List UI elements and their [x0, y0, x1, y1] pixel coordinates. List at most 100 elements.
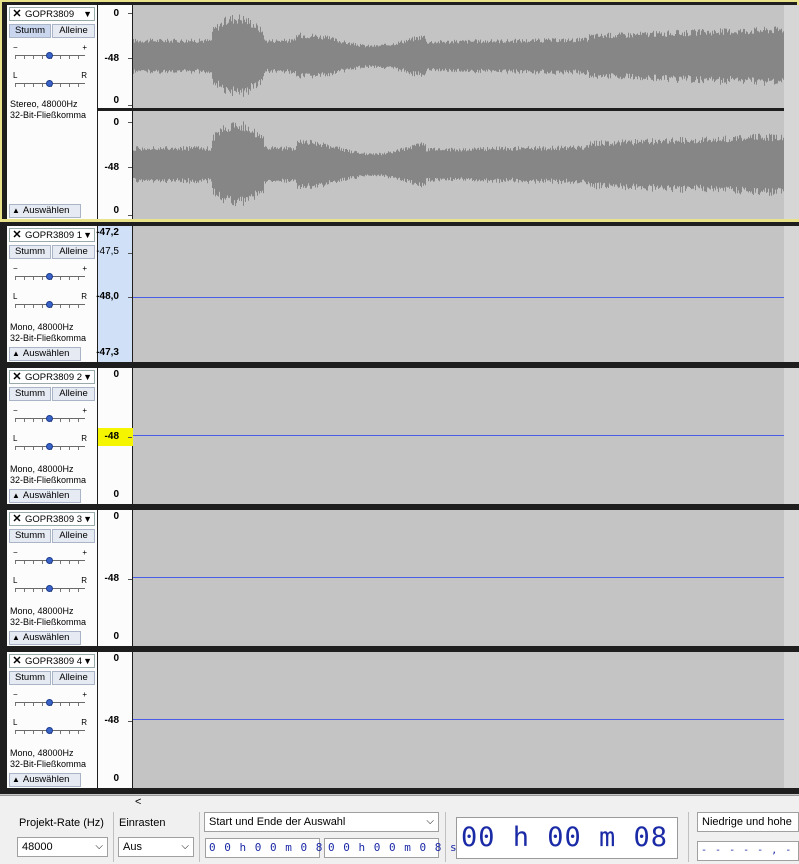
collapse-triangle-icon[interactable]: ▲	[12, 205, 20, 217]
waveform[interactable]	[133, 368, 784, 504]
pan-knob[interactable]	[46, 585, 53, 592]
snap-label: Einrasten	[119, 817, 166, 829]
select-button[interactable]: ▲ Auswählen	[9, 489, 81, 503]
dropdown-arrow-icon[interactable]: ▼	[83, 514, 92, 524]
spectral-selection-mode[interactable]: Niedrige und hohe	[697, 812, 799, 832]
solo-button[interactable]: Alleine	[52, 387, 95, 401]
vertical-ruler[interactable]: 0 -48 0	[98, 368, 142, 504]
pan-knob[interactable]	[46, 443, 53, 450]
vertical-ruler[interactable]: 0 -48 0	[98, 5, 132, 108]
project-rate-value: 48000	[22, 841, 53, 853]
solo-button[interactable]: Alleine	[52, 671, 95, 685]
pan-knob[interactable]	[46, 80, 53, 87]
pan-knob[interactable]	[46, 727, 53, 734]
waveform[interactable]	[133, 226, 784, 362]
track-name-menu[interactable]: ✕ GOPR3809 3 ▼	[9, 512, 95, 526]
close-icon[interactable]: ✕	[11, 513, 23, 525]
chevron-down-icon[interactable]: ⌵	[95, 838, 103, 856]
gain-knob[interactable]	[46, 557, 53, 564]
pan-slider[interactable]: L R	[13, 576, 87, 596]
waveform-left-channel[interactable]	[133, 5, 784, 108]
mute-button[interactable]: Stumm	[9, 529, 51, 543]
gain-plus-label: +	[82, 548, 87, 557]
dropdown-arrow-icon[interactable]: ▼	[83, 656, 92, 666]
select-label: Auswählen	[22, 632, 70, 643]
track-name-menu[interactable]: ✕ GOPR3809 1 ▼	[9, 228, 95, 242]
collapse-triangle-icon[interactable]: ▲	[12, 490, 20, 502]
chevron-down-icon[interactable]: ⌵	[181, 838, 189, 856]
mute-button[interactable]: Stumm	[9, 671, 51, 685]
dropdown-arrow-icon[interactable]: ▼	[83, 9, 92, 19]
track-control-panel: ✕ GOPR3809 1 ▼ Stumm Alleine − + L R Mon…	[7, 226, 97, 362]
solo-button[interactable]: Alleine	[52, 24, 95, 38]
select-label: Auswählen	[22, 490, 70, 501]
mute-button[interactable]: Stumm	[9, 245, 51, 259]
ruler-label: -47,2	[96, 227, 119, 238]
vertical-ruler[interactable]: -47,2 -47,5 -48,0 -47,3	[96, 226, 132, 362]
selection-start-time[interactable]: 0 0 h 0 0 m 0 8 s▼	[205, 838, 345, 858]
pan-slider[interactable]: L R	[13, 292, 87, 312]
dropdown-arrow-icon[interactable]: ▼	[83, 230, 92, 240]
collapse-triangle-icon[interactable]: ▲	[12, 632, 20, 644]
track-name-menu[interactable]: ✕ GOPR3809 4 ▼	[9, 654, 95, 668]
select-button[interactable]: ▲ Auswählen	[9, 631, 81, 645]
solo-button[interactable]: Alleine	[52, 529, 95, 543]
horizontal-scrollbar[interactable]: <	[0, 795, 799, 810]
mute-button[interactable]: Stumm	[9, 24, 51, 38]
close-icon[interactable]: ✕	[11, 371, 23, 383]
snap-select[interactable]: Aus ⌵	[118, 837, 194, 857]
pan-slider[interactable]: L R	[13, 718, 87, 738]
gain-knob[interactable]	[46, 699, 53, 706]
waveform[interactable]	[133, 652, 784, 788]
close-icon[interactable]: ✕	[11, 8, 23, 20]
selection-mode-select[interactable]: Start und Ende der Auswahl ⌵	[204, 812, 439, 832]
gain-slider[interactable]: − +	[13, 43, 87, 63]
track-name: GOPR3809	[25, 9, 75, 20]
waveform-right-channel[interactable]	[133, 111, 784, 219]
gain-knob[interactable]	[46, 273, 53, 280]
ruler-label: 0	[113, 773, 119, 784]
gain-slider[interactable]: − +	[13, 406, 87, 426]
select-button[interactable]: ▲ Auswählen	[9, 773, 81, 787]
select-button[interactable]: ▲ Auswählen	[9, 204, 81, 218]
track-control-panel: ✕ GOPR3809 3 ▼ Stumm Alleine − + L R Mon…	[7, 510, 97, 646]
spectral-frequency-value: - - - - - , - - Hz	[701, 845, 798, 856]
gain-slider[interactable]: − +	[13, 548, 87, 568]
track-stereo: ✕ GOPR3809 ▼ Stumm Alleine − + L R Stere…	[0, 0, 799, 222]
gain-plus-label: +	[82, 690, 87, 699]
track-name-menu[interactable]: ✕ GOPR3809 2 ▼	[9, 370, 95, 384]
gain-knob[interactable]	[46, 415, 53, 422]
spectral-frequency[interactable]: - - - - - , - - Hz	[697, 841, 799, 861]
ruler-label: 0	[113, 8, 119, 19]
selection-mode-value: Start und Ende der Auswahl	[209, 816, 346, 828]
time-display[interactable]: 00 h 00 m 08 s▼	[456, 817, 678, 859]
track-control-panel: ✕ GOPR3809 2 ▼ Stumm Alleine − + L R Mon…	[7, 368, 97, 504]
track-name-menu[interactable]: ✕ GOPR3809 ▼	[9, 7, 95, 21]
solo-button[interactable]: Alleine	[52, 245, 95, 259]
pan-slider[interactable]: L R	[13, 434, 87, 454]
close-icon[interactable]: ✕	[11, 229, 23, 241]
selection-end-time[interactable]: 0 0 h 0 0 m 0 8 s▼	[324, 838, 464, 858]
select-button[interactable]: ▲ Auswählen	[9, 347, 81, 361]
track-format-rate: Mono, 48000Hz	[10, 606, 74, 616]
mute-button[interactable]: Stumm	[9, 387, 51, 401]
gain-slider[interactable]: − +	[13, 264, 87, 284]
pan-right-label: R	[81, 434, 87, 443]
chevron-down-icon[interactable]: ⌵	[426, 813, 434, 831]
ruler-label: 0	[113, 369, 119, 380]
waveform[interactable]	[133, 510, 784, 646]
project-rate-select[interactable]: 48000 ⌵	[17, 837, 108, 857]
pan-knob[interactable]	[46, 301, 53, 308]
gain-slider[interactable]: − +	[13, 690, 87, 710]
gain-knob[interactable]	[46, 52, 53, 59]
collapse-triangle-icon[interactable]: ▲	[12, 774, 20, 786]
dropdown-arrow-icon[interactable]: ▼	[83, 372, 92, 382]
collapse-triangle-icon[interactable]: ▲	[12, 348, 20, 360]
vertical-ruler[interactable]: 0 -48 0	[98, 111, 132, 219]
vertical-ruler[interactable]: 0 -48 0	[98, 510, 132, 646]
track-format-rate: Mono, 48000Hz	[10, 322, 74, 332]
close-icon[interactable]: ✕	[11, 655, 23, 667]
scroll-left-icon[interactable]: <	[135, 796, 141, 808]
pan-slider[interactable]: L R	[13, 71, 87, 91]
vertical-ruler[interactable]: 0 -48 0	[98, 652, 132, 788]
